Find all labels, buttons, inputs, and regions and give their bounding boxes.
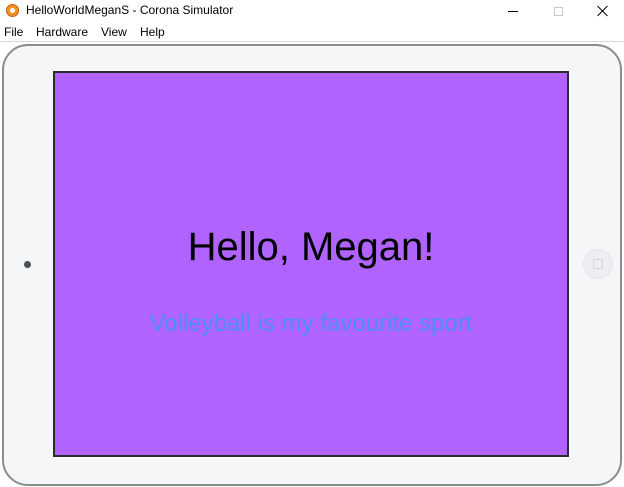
menu-divider — [0, 41, 624, 42]
menu-help[interactable]: Help — [140, 25, 165, 39]
menu-view[interactable]: View — [101, 25, 127, 39]
maximize-icon — [553, 6, 563, 16]
home-button[interactable] — [583, 249, 613, 279]
menu-file[interactable]: File — [4, 25, 23, 39]
minimize-icon — [508, 10, 518, 12]
close-button[interactable] — [580, 0, 624, 22]
window-title: HelloWorldMeganS - Corona Simulator — [26, 3, 234, 17]
greeting-text: Hello, Megan! — [187, 225, 435, 269]
home-icon — [593, 259, 603, 269]
camera-icon — [24, 261, 31, 268]
simulator-screen[interactable]: Hello, Megan! Volleyball is my favourite… — [53, 71, 569, 457]
corona-app-icon[interactable] — [6, 4, 19, 17]
menu-hardware[interactable]: Hardware — [36, 25, 88, 39]
title-bar: HelloWorldMeganS - Corona Simulator — [0, 0, 624, 22]
maximize-button[interactable] — [535, 0, 581, 22]
close-icon — [597, 5, 609, 17]
subtitle-text: Volleyball is my favourite sport — [149, 310, 473, 337]
minimize-button[interactable] — [490, 0, 536, 22]
menu-bar: File Hardware View Help — [0, 22, 624, 41]
